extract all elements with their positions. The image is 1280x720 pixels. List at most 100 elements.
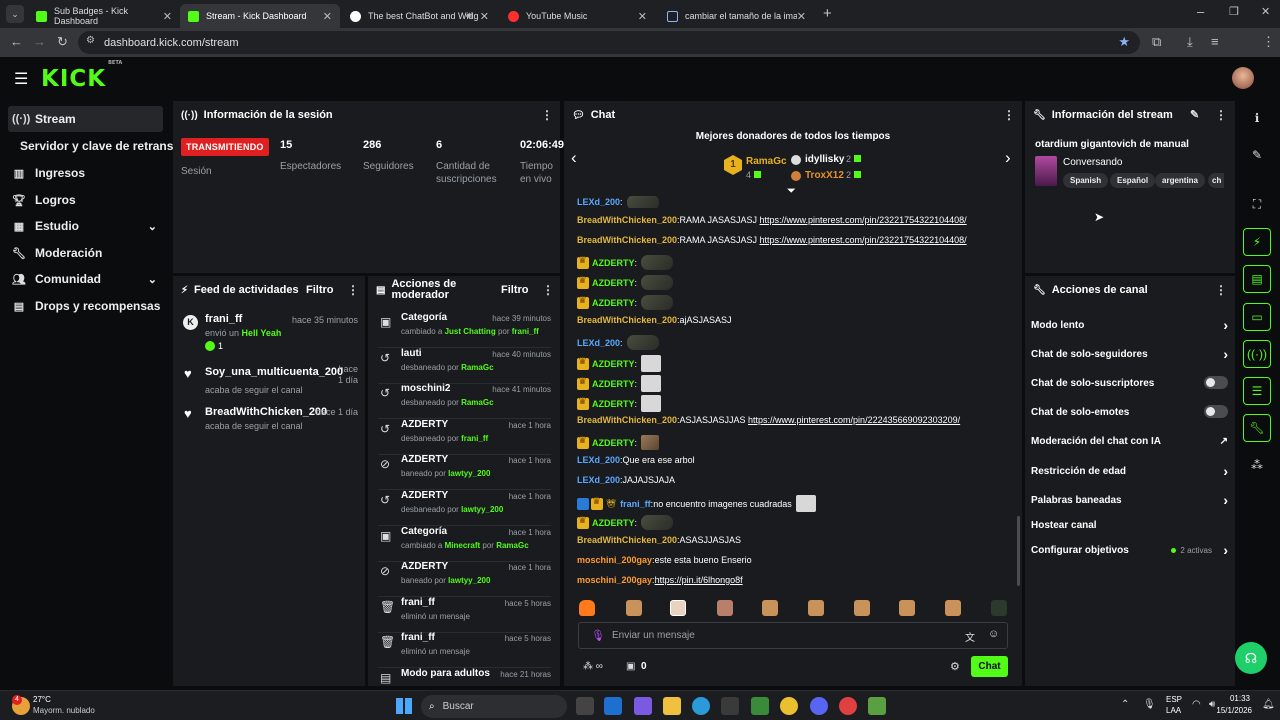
download-icon[interactable]: ⤓ <box>1187 34 1193 50</box>
chat-settings-people-icon[interactable]: ⁂ ∞ <box>583 661 603 672</box>
more-options-icon[interactable]: ⋮ <box>542 283 554 297</box>
emote-icon[interactable] <box>808 600 824 616</box>
file-explorer-icon[interactable] <box>663 697 681 715</box>
chat-username[interactable]: BreadWithChicken_200 <box>577 535 677 545</box>
discord-icon[interactable] <box>810 697 828 715</box>
emote-icon[interactable] <box>717 600 733 616</box>
microphone-icon[interactable]: 🎙︎ <box>1143 699 1156 710</box>
sidebar-item-ingresos[interactable]: ▥ Ingresos <box>8 160 163 186</box>
mod-filter-button[interactable]: Filtro <box>501 284 529 296</box>
extensions-icon[interactable]: ⧉ <box>1152 34 1161 50</box>
toggle-switch[interactable] <box>1204 405 1228 418</box>
send-chat-button[interactable]: Chat <box>971 656 1008 677</box>
sidebar-item-estudio[interactable]: ▦ Estudio ⌄ <box>8 213 163 239</box>
reload-icon[interactable]: ↻ <box>57 34 68 50</box>
clipboard-icon[interactable]: ▤ <box>1243 265 1271 293</box>
sidebar-item-server-key[interactable]: Servidor y clave de retransm <box>20 133 180 159</box>
channel-action-row[interactable]: Chat de solo-seguidores › <box>1031 346 1228 363</box>
more-options-icon[interactable]: ⋮ <box>1215 283 1227 297</box>
chat-link[interactable]: https://www.pinterest.com/pin/2322175432… <box>760 215 967 225</box>
channel-action-row[interactable]: Chat de solo-suscriptores <box>1031 376 1228 392</box>
chat-username[interactable]: LEXd_200 <box>577 455 620 465</box>
site-info-icon[interactable]: ⚙︎ <box>86 35 95 46</box>
sidebar-item-logros[interactable]: 🏆︎ Logros <box>8 187 163 213</box>
forward-icon[interactable]: → <box>33 34 46 49</box>
new-tab-icon[interactable]: + <box>823 5 832 22</box>
minecraft-launcher-icon[interactable] <box>868 697 886 715</box>
window-close-icon[interactable]: ✕ <box>1261 5 1270 18</box>
microphone-icon[interactable]: 🎙︎ <box>591 629 605 642</box>
edge-icon[interactable] <box>692 697 710 715</box>
reading-list-icon[interactable]: ≡ <box>1211 34 1219 49</box>
channel-action-row[interactable]: Configurar objetivos › 2 activas <box>1031 542 1228 559</box>
emoji-icon[interactable]: ☺ <box>988 628 999 640</box>
more-options-icon[interactable]: ⋮ <box>541 108 553 122</box>
chat-bubble-icon[interactable]: ▭ <box>1243 303 1271 331</box>
sidebar-item-moderacion[interactable]: 🔧︎ Moderación <box>8 240 163 266</box>
support-headset-icon[interactable]: ☊ <box>1235 642 1267 674</box>
copilot-icon[interactable] <box>634 697 652 715</box>
collapse-donors-icon[interactable]: ⏷ <box>787 185 796 198</box>
emote-icon[interactable] <box>670 600 686 616</box>
edit-pencil-icon[interactable]: ✎ <box>1190 108 1199 121</box>
broadcast-icon[interactable]: ((·)) <box>1243 340 1271 368</box>
bookmark-star-icon[interactable]: ★ <box>1118 34 1130 50</box>
sidebar-item-stream[interactable]: ((·)) Stream <box>8 106 163 132</box>
kick-logo[interactable]: KICKBETA <box>41 60 122 92</box>
speaker-icon[interactable]: 🔊︎ <box>466 10 473 23</box>
tab-resize-image[interactable]: cambiar el tamaño de la imagen ✕ <box>659 4 814 28</box>
close-icon[interactable]: ✕ <box>480 10 489 23</box>
restore-icon[interactable]: ❐ <box>1229 5 1239 18</box>
app-icon[interactable] <box>839 697 857 715</box>
more-options-icon[interactable]: ⋮ <box>347 283 359 297</box>
emote-icon[interactable] <box>991 600 1007 616</box>
fullscreen-icon[interactable]: ⛶ <box>1243 190 1271 218</box>
clock-date[interactable]: 15/1/2026 <box>1212 706 1252 715</box>
channel-action-row[interactable]: Moderación del chat con IA ↗ <box>1031 436 1228 450</box>
bolt-icon[interactable]: ⚡︎ <box>1243 228 1271 256</box>
more-options-icon[interactable]: ⋮ <box>1003 108 1015 122</box>
chat-username[interactable]: frani_ff <box>620 499 651 509</box>
clock-time[interactable]: 01:33 <box>1222 694 1250 703</box>
chat-link[interactable]: https://www.pinterest.com/pin/2322175432… <box>760 235 967 245</box>
keyboard-layout[interactable]: LAA <box>1166 706 1181 715</box>
tab-youtube-music[interactable]: YouTube Music ✕ <box>500 4 655 28</box>
more-options-icon[interactable]: ⋮ <box>1215 108 1227 122</box>
outlook-icon[interactable] <box>604 697 622 715</box>
chat-username[interactable]: AZDERTY <box>592 298 635 308</box>
channel-action-row[interactable]: Palabras baneadas › <box>1031 492 1228 509</box>
chat-username[interactable]: AZDERTY <box>592 359 635 369</box>
store-icon[interactable] <box>721 697 739 715</box>
emote-icon[interactable] <box>945 600 961 616</box>
chat-username[interactable]: AZDERTY <box>592 399 635 409</box>
emote-icon[interactable] <box>899 600 915 616</box>
feed-filter-button[interactable]: Filtro <box>306 284 334 296</box>
chat-username[interactable]: LEXd_200 <box>577 338 620 348</box>
close-icon[interactable]: ✕ <box>638 10 647 23</box>
add-widget-icon[interactable]: ⁂ <box>1243 451 1271 479</box>
language-code[interactable]: ESP <box>1166 695 1182 704</box>
close-icon[interactable]: ✕ <box>163 10 172 23</box>
url-input[interactable]: ⚙︎ dashboard.kick.com/stream ★ <box>78 31 1140 54</box>
hamburger-menu-icon[interactable]: ☰ <box>14 69 28 89</box>
back-icon[interactable]: ← <box>10 34 23 49</box>
channel-action-row[interactable]: Modo lento › <box>1031 317 1228 334</box>
windows-start-icon[interactable] <box>396 698 412 714</box>
chat-username[interactable]: BreadWithChicken_200 <box>577 235 677 245</box>
user-avatar[interactable] <box>1232 67 1254 89</box>
taskbar-search[interactable]: ⌕ Buscar <box>421 695 567 718</box>
chat-username[interactable]: BreadWithChicken_200 <box>577 415 677 425</box>
close-icon[interactable]: ✕ <box>796 9 806 23</box>
chat-username[interactable]: AZDERTY <box>592 258 635 268</box>
chat-username[interactable]: BreadWithChicken_200 <box>577 315 677 325</box>
edit-pencil-icon[interactable]: ✎ <box>1243 141 1271 169</box>
wifi-icon[interactable]: ◠ <box>1192 699 1201 710</box>
minimize-icon[interactable]: – <box>1197 4 1204 19</box>
notifications-bell-icon[interactable]: 🔔︎ <box>1262 699 1275 710</box>
browser-menu-icon[interactable]: ⋮ <box>1262 34 1275 50</box>
tab-sub-badges[interactable]: Sub Badges - Kick Dashboard ✕ <box>28 4 180 28</box>
tab-chatbot[interactable]: The best ChatBot and Widg 🔊︎ ✕ <box>342 4 497 28</box>
wrench-icon[interactable]: 🔧︎ <box>1243 414 1271 442</box>
emote-icon[interactable] <box>626 600 642 616</box>
sidebar-item-drops[interactable]: ▤ Drops y recompensas <box>8 293 163 319</box>
